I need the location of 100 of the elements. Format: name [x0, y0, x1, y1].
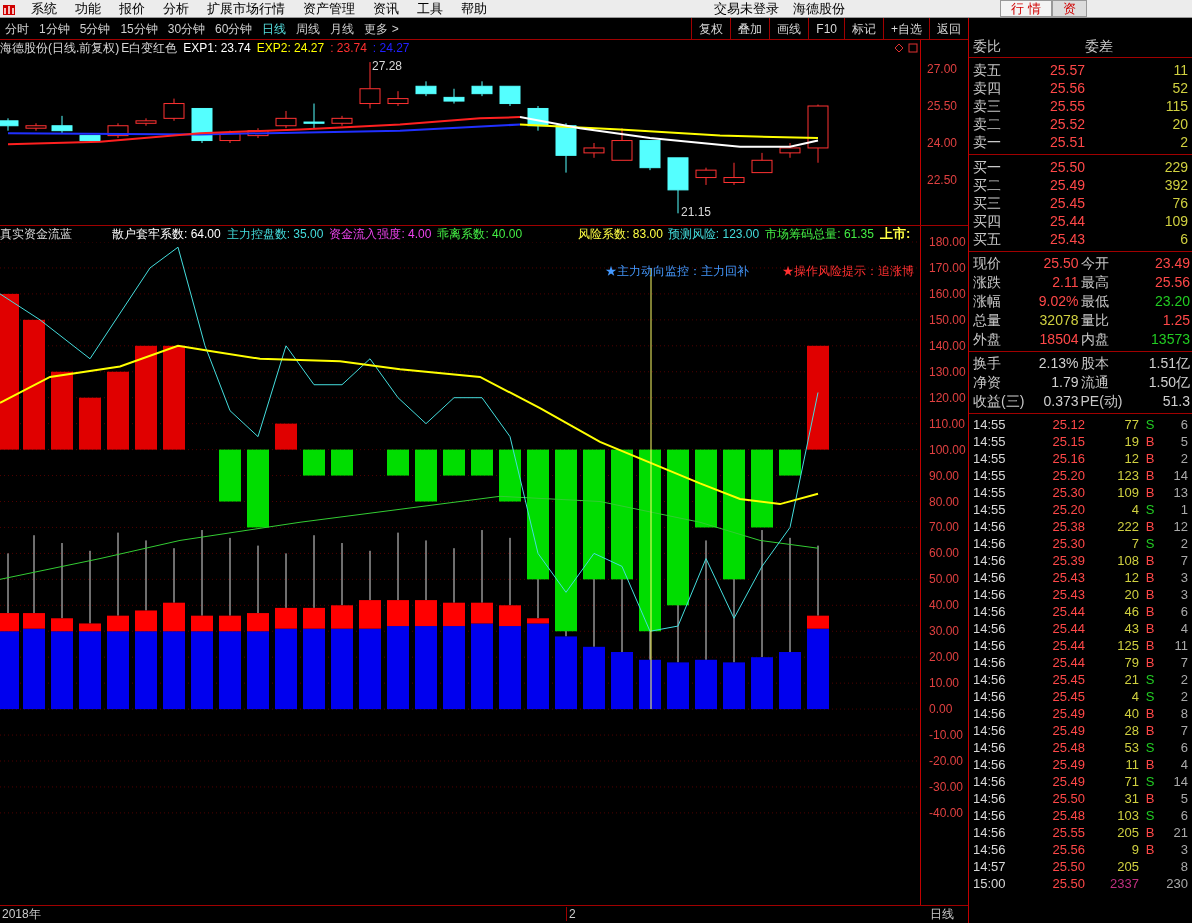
trade-count: 21 [1172, 824, 1188, 841]
volume-bar [583, 646, 605, 710]
order-price: 25.56 [1048, 79, 1085, 97]
candlestick [527, 105, 549, 132]
candlestick [191, 107, 213, 144]
trade-count: 2 [1179, 535, 1188, 552]
candlestick [723, 162, 745, 186]
trade-time: 14:56 [973, 790, 1007, 807]
trade-side: S [1144, 416, 1156, 433]
order-volume: 20 [1171, 115, 1188, 133]
trade-price: 25.16 [1051, 450, 1085, 467]
trade-count: 7 [1179, 654, 1188, 671]
axis-label: 90.00 [929, 468, 960, 483]
field-value: 2.11 [1051, 273, 1080, 292]
candlestick [275, 110, 297, 129]
field-label: 最高 [1080, 273, 1110, 292]
trade-count: 6 [1179, 739, 1188, 756]
candlestick [555, 122, 577, 174]
candlestick [331, 115, 353, 127]
menu-item[interactable]: 功能 [66, 0, 110, 18]
trade-volume: 79 [1123, 654, 1139, 671]
menu-item[interactable]: 扩展市场行情 [198, 0, 294, 18]
trade-volume: 31 [1123, 790, 1139, 807]
legend-value: : 23.74 [330, 41, 367, 55]
histogram-bar [331, 449, 353, 476]
toolbar-button[interactable]: 叠加 [730, 18, 770, 39]
period-tab[interactable]: 60分钟 [210, 18, 258, 39]
toolbar-button[interactable]: 画线 [769, 18, 809, 39]
trade-price: 25.56 [1051, 841, 1085, 858]
candlestick [639, 140, 661, 171]
axis-label: 25.50 [927, 99, 958, 113]
order-level: 买一 [973, 158, 1002, 176]
trade-volume: 108 [1116, 552, 1139, 569]
toolbar-button[interactable]: F10 [808, 18, 844, 39]
spike-line [7, 552, 9, 614]
period-tab[interactable]: 5分钟 [74, 18, 116, 39]
trade-time: 14:56 [973, 552, 1007, 569]
menu-item[interactable]: 帮助 [452, 0, 496, 18]
period-tab[interactable]: 30分钟 [162, 18, 211, 39]
histogram-bar [443, 449, 465, 476]
indicator-title: 真实资金流蓝 [0, 226, 72, 242]
period-tab[interactable]: 月线 [325, 18, 360, 39]
period-tab[interactable]: 更多 > [359, 18, 404, 39]
period-tab[interactable]: 分时 [0, 18, 34, 39]
trade-price: 25.50 [1051, 790, 1085, 807]
axis-label: 120.00 [929, 390, 966, 405]
candlestick [583, 142, 605, 159]
trade-volume: 12 [1123, 450, 1139, 467]
trade-price: 25.44 [1051, 637, 1085, 654]
period-tab[interactable]: 15分钟 [115, 18, 163, 39]
field-label: 最低 [1080, 292, 1110, 311]
trade-side: B [1144, 705, 1156, 722]
indicator-value: 主力控盘数: 35.00 [226, 226, 324, 242]
toolbar-button[interactable]: 返回 [929, 18, 968, 39]
menu-item[interactable]: 工具 [408, 0, 452, 18]
indicator-value: 市场筹码总量: 61.35 [765, 226, 874, 242]
menu-item[interactable]: 系统 [22, 0, 66, 18]
trade-time: 14:56 [973, 535, 1007, 552]
legend-value: EXP2: 24.27 [256, 41, 325, 55]
trade-price: 25.20 [1051, 467, 1085, 484]
market-tab[interactable]: 资 [1051, 0, 1087, 17]
axis-label: 130.00 [929, 364, 966, 379]
indicator-value: 散户套牢系数: 64.00 [112, 226, 221, 242]
trade-side: B [1144, 586, 1156, 603]
histogram-bar [779, 449, 801, 476]
toolbar-button[interactable]: 复权 [691, 18, 731, 39]
histogram-bar [387, 449, 409, 476]
candlestick [303, 103, 325, 129]
low-price-label: 21.15 [681, 205, 712, 219]
trade-count: 230 [1165, 875, 1188, 892]
menu-item[interactable]: 资讯 [364, 0, 408, 18]
toolbar-button[interactable]: +自选 [883, 18, 929, 39]
indicator-value: 风险系数: 83.00 [578, 226, 663, 242]
period-tab[interactable]: 1分钟 [34, 18, 75, 39]
trade-price: 25.45 [1051, 688, 1085, 705]
axis-label: -30.00 [929, 779, 964, 794]
trade-time: 14:56 [973, 586, 1007, 603]
axis-label: 40.00 [929, 598, 960, 613]
market-tab[interactable]: 行 情 [1000, 0, 1052, 17]
menu-item[interactable]: 报价 [110, 0, 154, 18]
period-label: 日线 [930, 907, 954, 921]
order-volume: 6 [1179, 230, 1188, 248]
menu-item[interactable]: 资产管理 [294, 0, 364, 18]
field-value: 18504 [1038, 330, 1080, 349]
trade-count: 4 [1179, 620, 1188, 637]
toolbar-button[interactable]: 标记 [844, 18, 883, 39]
period-tab[interactable]: 日线 [257, 18, 292, 39]
axis-label: 20.00 [929, 650, 960, 665]
trade-side: B [1144, 637, 1156, 654]
trade-count: 4 [1179, 756, 1188, 773]
menu-item[interactable]: 分析 [154, 0, 198, 18]
axis-label: 24.00 [927, 136, 958, 150]
trade-time: 14:56 [973, 620, 1007, 637]
field-label: 涨跌 [973, 273, 1002, 292]
trade-price: 25.49 [1051, 722, 1085, 739]
period-tab[interactable]: 周线 [291, 18, 326, 39]
field-value: 1.79 [1050, 373, 1080, 392]
candlestick [0, 117, 19, 132]
field-label: 涨幅 [973, 292, 1002, 311]
trade-time: 14:56 [973, 688, 1007, 705]
